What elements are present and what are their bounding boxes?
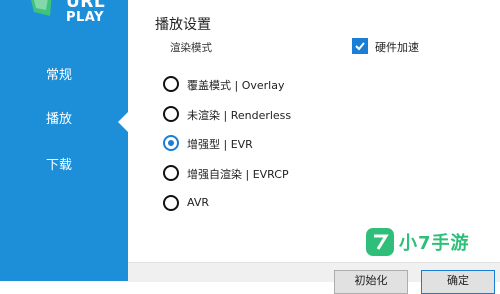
- selected-item-pointer: [118, 112, 128, 132]
- sidebar-item-general[interactable]: 常规: [0, 61, 128, 91]
- ok-button[interactable]: 确定: [421, 270, 495, 294]
- radio-button-selected: [163, 135, 179, 151]
- app-logo-icon: [31, 0, 52, 16]
- sidebar-item-label: 常规: [46, 68, 73, 83]
- radio-label: 增强型 | EVR: [187, 138, 253, 151]
- radio-label: 覆盖模式 | Overlay: [187, 79, 285, 92]
- sidebar-item-label: 下载: [46, 158, 73, 173]
- radio-button: [163, 165, 179, 181]
- radio-label: 增强自渲染 | EVRCP: [187, 168, 289, 181]
- radio-button: [163, 76, 179, 92]
- checkmark-icon: [355, 42, 365, 51]
- page-title: 播放设置: [155, 17, 211, 33]
- radio-button: [163, 106, 179, 122]
- hardware-acceleration-label: 硬件加速: [375, 41, 419, 54]
- sidebar-item-download[interactable]: 下载: [0, 151, 128, 181]
- radio-dot: [168, 140, 174, 146]
- reset-button[interactable]: 初始化: [334, 270, 408, 294]
- app-logo-text-play: PLAY: [66, 10, 105, 25]
- sidebar-item-playback[interactable]: 播放: [0, 105, 128, 135]
- radio-label: AVR: [187, 196, 209, 209]
- sidebar-item-label: 播放: [46, 112, 73, 127]
- radio-button: [163, 195, 179, 211]
- hardware-acceleration-checkbox[interactable]: [352, 38, 368, 54]
- watermark-logo-icon: [366, 228, 394, 256]
- sidebar: URL PLAY 常规 播放 下载: [0, 0, 128, 281]
- render-mode-label: 渲染模式: [170, 42, 212, 54]
- watermark-text: 小7手游: [399, 233, 470, 254]
- radio-label: 未渲染 | Renderless: [187, 109, 292, 122]
